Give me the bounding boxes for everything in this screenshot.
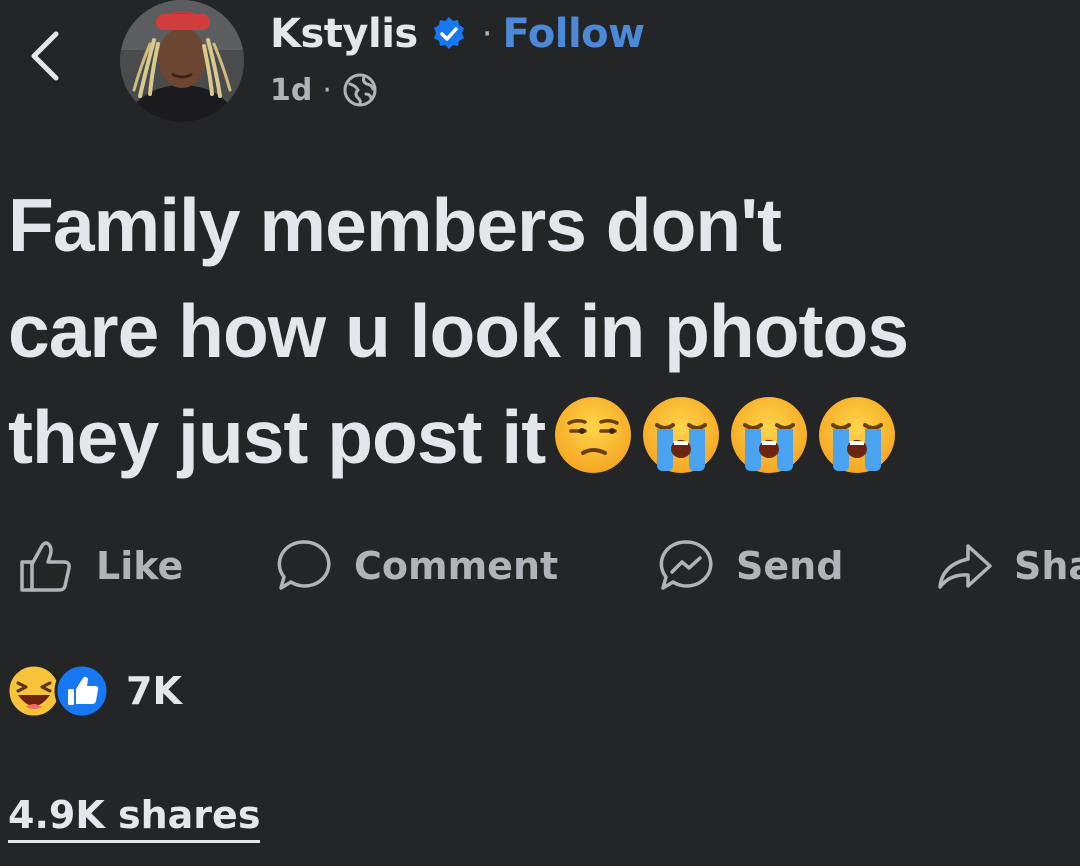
like-label: Like [96,544,184,588]
send-label: Send [736,544,844,588]
messenger-icon [659,540,713,590]
verified-badge-icon [430,15,468,53]
comment-label: Comment [354,544,559,588]
meta-separator: · [322,72,332,108]
post-page: Kstylis · Follow 1d · Family members don… [0,0,1080,866]
shares-count-link[interactable]: 4.9K shares [8,790,261,843]
globe-icon [342,72,378,108]
action-bar: Like Comment Send Sha [0,534,1080,598]
follow-button[interactable]: Follow [503,11,646,57]
avatar-image [120,0,244,122]
share-arrow-icon [938,544,992,589]
post-time[interactable]: 1d [270,73,312,108]
post-meta: 1d · [270,68,378,112]
crying-face-emoji-icon [819,397,896,474]
crying-face-emoji-icon [643,397,720,474]
unamused-face-emoji-icon [555,397,632,474]
like-reaction-icon [54,663,110,719]
crying-face-emoji-icon [731,397,808,474]
post-body: Family members don't care how u look in … [8,172,1078,490]
back-button[interactable] [18,26,70,86]
post-line-last: they just post it [8,384,1078,490]
author-row: Kstylis · Follow [270,6,645,62]
emoji-row [551,393,903,477]
send-button[interactable]: Send [656,534,843,598]
like-button[interactable]: Like [16,534,183,598]
post-line-text: they just post it [8,395,546,479]
comment-button[interactable]: Comment [274,534,558,598]
avatar[interactable] [120,0,244,122]
thumbs-up-outline-icon [20,541,71,592]
speech-bubble-icon [277,540,331,590]
post-line: Family members don't [8,183,782,267]
share-label: Sha [1014,544,1080,588]
chevron-left-icon [31,31,59,81]
reaction-count: 7K [126,669,182,713]
share-button[interactable]: Sha [934,534,1080,598]
author-name[interactable]: Kstylis [270,11,418,57]
separator-dot: · [481,14,493,54]
reactions-summary[interactable]: 7K [6,660,182,722]
post-line: care how u look in photos [8,289,909,373]
